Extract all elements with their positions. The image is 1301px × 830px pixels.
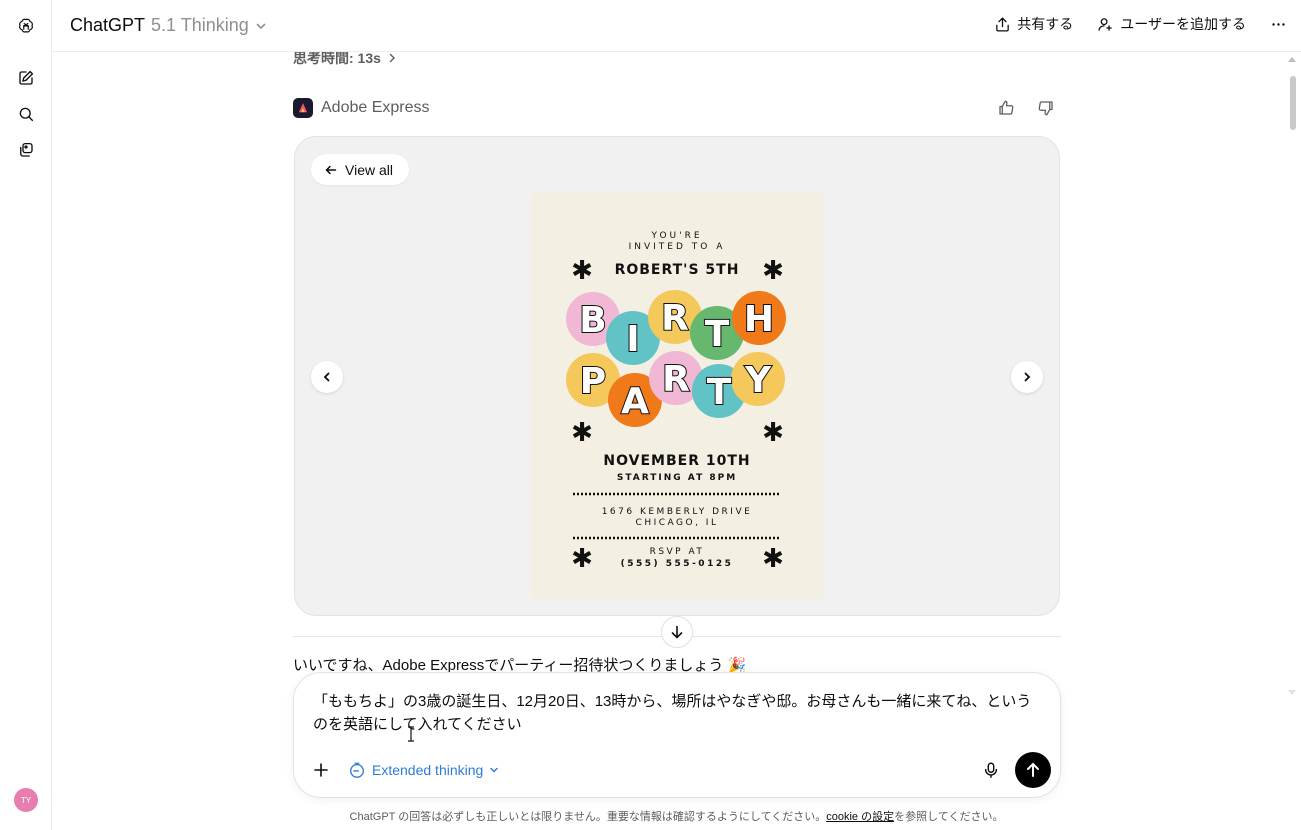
asterisk-icon: ✱ bbox=[571, 256, 593, 286]
arrow-left-icon bbox=[325, 165, 337, 174]
poster-letter: R bbox=[661, 298, 689, 339]
disclaimer-text: ChatGPT の回答は必ずしも正しいとは限りません。重要な情報は確認するように… bbox=[349, 811, 827, 823]
microphone-icon bbox=[984, 762, 998, 778]
poster-letter: A bbox=[621, 381, 649, 422]
scroll-down-arrow[interactable] bbox=[1288, 690, 1296, 695]
library-icon[interactable] bbox=[14, 138, 38, 162]
new-chat-icon[interactable] bbox=[14, 66, 38, 90]
thumbs-up-icon[interactable] bbox=[996, 98, 1016, 118]
feedback-buttons bbox=[996, 98, 1056, 118]
search-icon[interactable] bbox=[14, 102, 38, 126]
thumbs-down-icon[interactable] bbox=[1036, 98, 1056, 118]
poster-letter: T bbox=[705, 314, 730, 355]
disclaimer-text-end: を参照してください。 bbox=[894, 811, 1004, 823]
poster-letter: B bbox=[579, 300, 606, 341]
timer-icon bbox=[350, 762, 364, 778]
share-button[interactable]: 共有する bbox=[994, 14, 1073, 34]
poster-line2: INVITED TO A bbox=[629, 242, 726, 252]
add-user-button[interactable]: ユーザーを追加する bbox=[1097, 14, 1246, 34]
plus-icon bbox=[314, 763, 328, 777]
model-name: ChatGPT bbox=[70, 15, 146, 35]
scroll-to-bottom-button[interactable] bbox=[661, 616, 693, 648]
model-version: 5.1 Thinking bbox=[151, 15, 249, 35]
poster-address1: 1676 KEMBERLY DRIVE bbox=[602, 507, 753, 517]
chevron-down-icon bbox=[256, 23, 266, 29]
poster-letter: P bbox=[580, 361, 606, 402]
add-user-label: ユーザーを追加する bbox=[1120, 16, 1246, 32]
chatgpt-app: TY ChatGPT 5.1 Thinking 共有する ユーザーを追加する 思… bbox=[0, 0, 1301, 830]
poster-name: ROBERT'S 5TH bbox=[615, 262, 740, 278]
poster-letter: Y bbox=[744, 360, 772, 401]
arrow-up-icon bbox=[1027, 762, 1039, 777]
avatar-initials: TY bbox=[20, 795, 32, 805]
scrollbar-thumb[interactable] bbox=[1290, 76, 1296, 130]
extended-thinking-toggle[interactable]: Extended thinking bbox=[348, 759, 499, 781]
poster-letter: I bbox=[626, 319, 639, 360]
invitation-template-preview[interactable]: YOU'RE INVITED TO A ✱ ✱ ROBERT'S 5TH B I… bbox=[531, 193, 823, 599]
disclaimer: ChatGPT の回答は必ずしも正しいとは限りません。重要な情報は確認するように… bbox=[0, 808, 1301, 824]
adobe-express-card: View all YOU'RE INVITED TO A ✱ ✱ ROBERT'… bbox=[294, 136, 1060, 616]
openai-logo-icon[interactable] bbox=[14, 14, 38, 38]
top-header: ChatGPT 5.1 Thinking 共有する ユーザーを追加する bbox=[53, 0, 1301, 52]
message-composer: 「ももちよ」の3歳の誕生日、12月20日、13時から、場所はやなぎや邸。お母さん… bbox=[293, 672, 1061, 798]
adobe-express-logo-icon bbox=[293, 98, 313, 118]
poster-letter: T bbox=[707, 372, 732, 413]
sidebar: TY bbox=[0, 0, 52, 830]
cookie-settings-link[interactable]: cookie の設定 bbox=[826, 811, 894, 823]
share-icon bbox=[996, 16, 1010, 32]
poster-line1: YOU'RE bbox=[650, 231, 702, 241]
poster-rsvp: RSVP AT bbox=[650, 547, 705, 557]
carousel-prev-button[interactable] bbox=[311, 361, 343, 393]
arrow-down-icon bbox=[671, 625, 683, 639]
scroll-up-arrow[interactable] bbox=[1288, 57, 1296, 62]
add-attachment-button[interactable] bbox=[310, 759, 332, 781]
poster-letter: H bbox=[744, 299, 774, 340]
chevron-left-icon bbox=[323, 372, 330, 382]
add-user-icon bbox=[1098, 17, 1113, 31]
poster-letter: R bbox=[662, 359, 690, 400]
more-options-button[interactable] bbox=[1270, 16, 1287, 33]
chevron-right-icon bbox=[389, 53, 395, 63]
poster-date: NOVEMBER 10TH bbox=[603, 453, 750, 469]
asterisk-icon: ✱ bbox=[571, 418, 593, 448]
chevron-right-icon bbox=[1024, 372, 1031, 382]
text-cursor-icon bbox=[408, 726, 414, 742]
poster-address2: CHICAGO, IL bbox=[636, 518, 719, 528]
app-attribution: Adobe Express bbox=[293, 98, 430, 118]
share-label: 共有する bbox=[1017, 16, 1074, 32]
extended-thinking-label: Extended thinking bbox=[372, 762, 484, 778]
model-selector[interactable]: ChatGPT 5.1 Thinking bbox=[70, 15, 267, 36]
asterisk-icon: ✱ bbox=[762, 256, 784, 286]
carousel-next-button[interactable] bbox=[1011, 361, 1043, 393]
asterisk-icon: ✱ bbox=[762, 544, 784, 574]
app-name: Adobe Express bbox=[321, 99, 430, 116]
asterisk-icon: ✱ bbox=[571, 544, 593, 574]
chevron-down-icon bbox=[490, 767, 499, 773]
view-all-button[interactable]: View all bbox=[311, 154, 409, 185]
send-button[interactable] bbox=[1015, 752, 1051, 788]
more-icon bbox=[1272, 22, 1285, 26]
microphone-button[interactable] bbox=[980, 759, 1002, 781]
poster-time: STARTING AT 8PM bbox=[617, 473, 737, 483]
asterisk-icon: ✱ bbox=[762, 418, 784, 448]
view-all-label: View all bbox=[345, 161, 393, 178]
prompt-input[interactable]: 「ももちよ」の3歳の誕生日、12月20日、13時から、場所はやなぎや邸。お母さん… bbox=[313, 690, 1043, 736]
poster-phone: (555) 555-0125 bbox=[621, 559, 734, 569]
